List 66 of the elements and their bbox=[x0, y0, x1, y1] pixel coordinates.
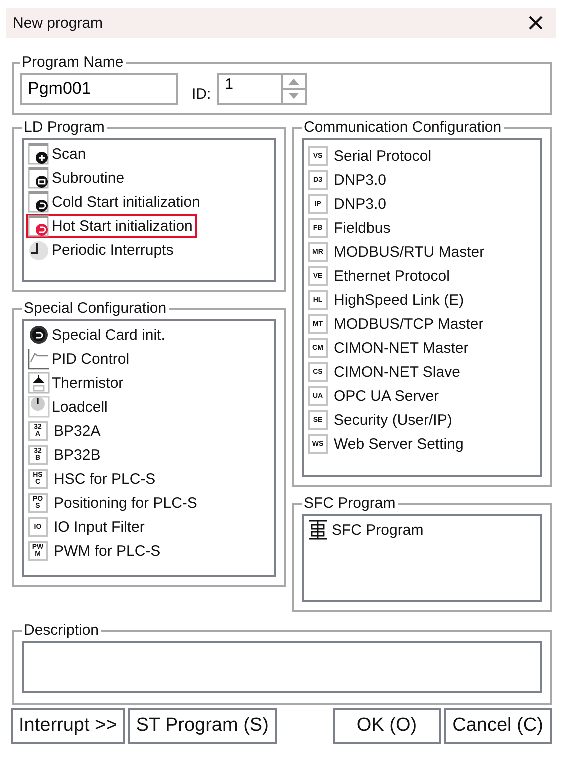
item-label: Thermistor bbox=[52, 374, 124, 392]
item-label: OPC UA Server bbox=[334, 388, 440, 404]
item-label: Subroutine bbox=[52, 170, 125, 186]
list-item[interactable]: Scan bbox=[26, 142, 90, 166]
item-label: Serial Protocol bbox=[334, 148, 432, 164]
item-label: Security (User/IP) bbox=[334, 412, 452, 428]
item-label: BP32B bbox=[54, 446, 101, 464]
item-label: CIMON-NET Slave bbox=[334, 364, 460, 380]
item-label: Scan bbox=[52, 146, 86, 162]
step-chart-icon bbox=[308, 520, 328, 540]
window-title: New program bbox=[13, 14, 104, 32]
gauge-icon bbox=[28, 396, 50, 418]
dialog-button[interactable]: Cancel (C) bbox=[444, 708, 552, 744]
item-label: PID Control bbox=[52, 350, 130, 368]
group-title: Description bbox=[23, 622, 100, 639]
list-item[interactable]: Thermistor bbox=[26, 371, 128, 395]
dialog-button[interactable]: Interrupt >> bbox=[11, 708, 126, 744]
list-item[interactable]: Hot Start initialization bbox=[26, 214, 197, 238]
up-arrow-icon bbox=[288, 78, 300, 85]
group-title: LD Program bbox=[23, 119, 106, 136]
list-item[interactable]: Loadcell bbox=[26, 395, 112, 419]
timer-icon bbox=[28, 239, 50, 261]
item-label: BP32A bbox=[54, 422, 101, 440]
item-label: HighSpeed Link (E) bbox=[334, 292, 464, 308]
item-label: Loadcell bbox=[52, 398, 108, 416]
item-label: MODBUS/RTU Master bbox=[334, 244, 485, 260]
dialog-button[interactable]: OK (O) bbox=[333, 708, 441, 744]
item-label: Hot Start initialization bbox=[52, 218, 193, 234]
group-title: Communication Configuration bbox=[303, 119, 503, 136]
item-label: DNP3.0 bbox=[334, 196, 387, 212]
item-label: SFC Program bbox=[332, 522, 424, 538]
id-spin-field[interactable]: 1 bbox=[217, 73, 308, 105]
item-label: Web Server Setting bbox=[334, 436, 464, 452]
document-icon bbox=[28, 215, 50, 237]
item-label: Fieldbus bbox=[334, 220, 391, 236]
list-item[interactable]: SFC Program bbox=[306, 518, 428, 542]
group-title: Program Name bbox=[21, 54, 125, 71]
close-icon[interactable] bbox=[528, 15, 544, 31]
item-label: IO Input Filter bbox=[54, 518, 145, 536]
group-title: SFC Program bbox=[303, 495, 397, 512]
item-label: Periodic Interrupts bbox=[52, 242, 174, 258]
item-label: DNP3.0 bbox=[334, 172, 387, 188]
item-label: HSC for PLC-S bbox=[54, 470, 156, 488]
item-label: Special Card init. bbox=[52, 326, 166, 344]
group-title: Special Configuration bbox=[23, 300, 168, 317]
item-label: PWM for PLC-S bbox=[54, 542, 161, 560]
down-arrow-icon bbox=[288, 93, 300, 100]
list-item[interactable]: Periodic Interrupts bbox=[26, 238, 178, 262]
id-label: ID: bbox=[192, 86, 212, 102]
description-field[interactable] bbox=[22, 641, 542, 693]
document-icon bbox=[28, 167, 50, 189]
dialog-button[interactable]: ST Program (S) bbox=[128, 708, 277, 744]
list-item[interactable]: Subroutine bbox=[26, 166, 129, 190]
list-item[interactable]: Special Card init. bbox=[26, 323, 170, 347]
line-chart-icon bbox=[28, 348, 50, 370]
item-label: CIMON-NET Master bbox=[334, 340, 469, 356]
document-icon bbox=[28, 143, 50, 165]
item-label: Cold Start initialization bbox=[52, 194, 200, 210]
program-name-field[interactable]: Pgm001 bbox=[20, 73, 178, 105]
item-label: Positioning for PLC-S bbox=[54, 494, 198, 512]
item-label: Ethernet Protocol bbox=[334, 268, 450, 284]
thermistor-icon bbox=[28, 372, 50, 394]
item-label: MODBUS/TCP Master bbox=[334, 316, 484, 332]
document-icon bbox=[28, 191, 50, 213]
list-item[interactable]: Cold Start initialization bbox=[26, 190, 204, 214]
list-item[interactable]: PID Control bbox=[26, 347, 134, 371]
